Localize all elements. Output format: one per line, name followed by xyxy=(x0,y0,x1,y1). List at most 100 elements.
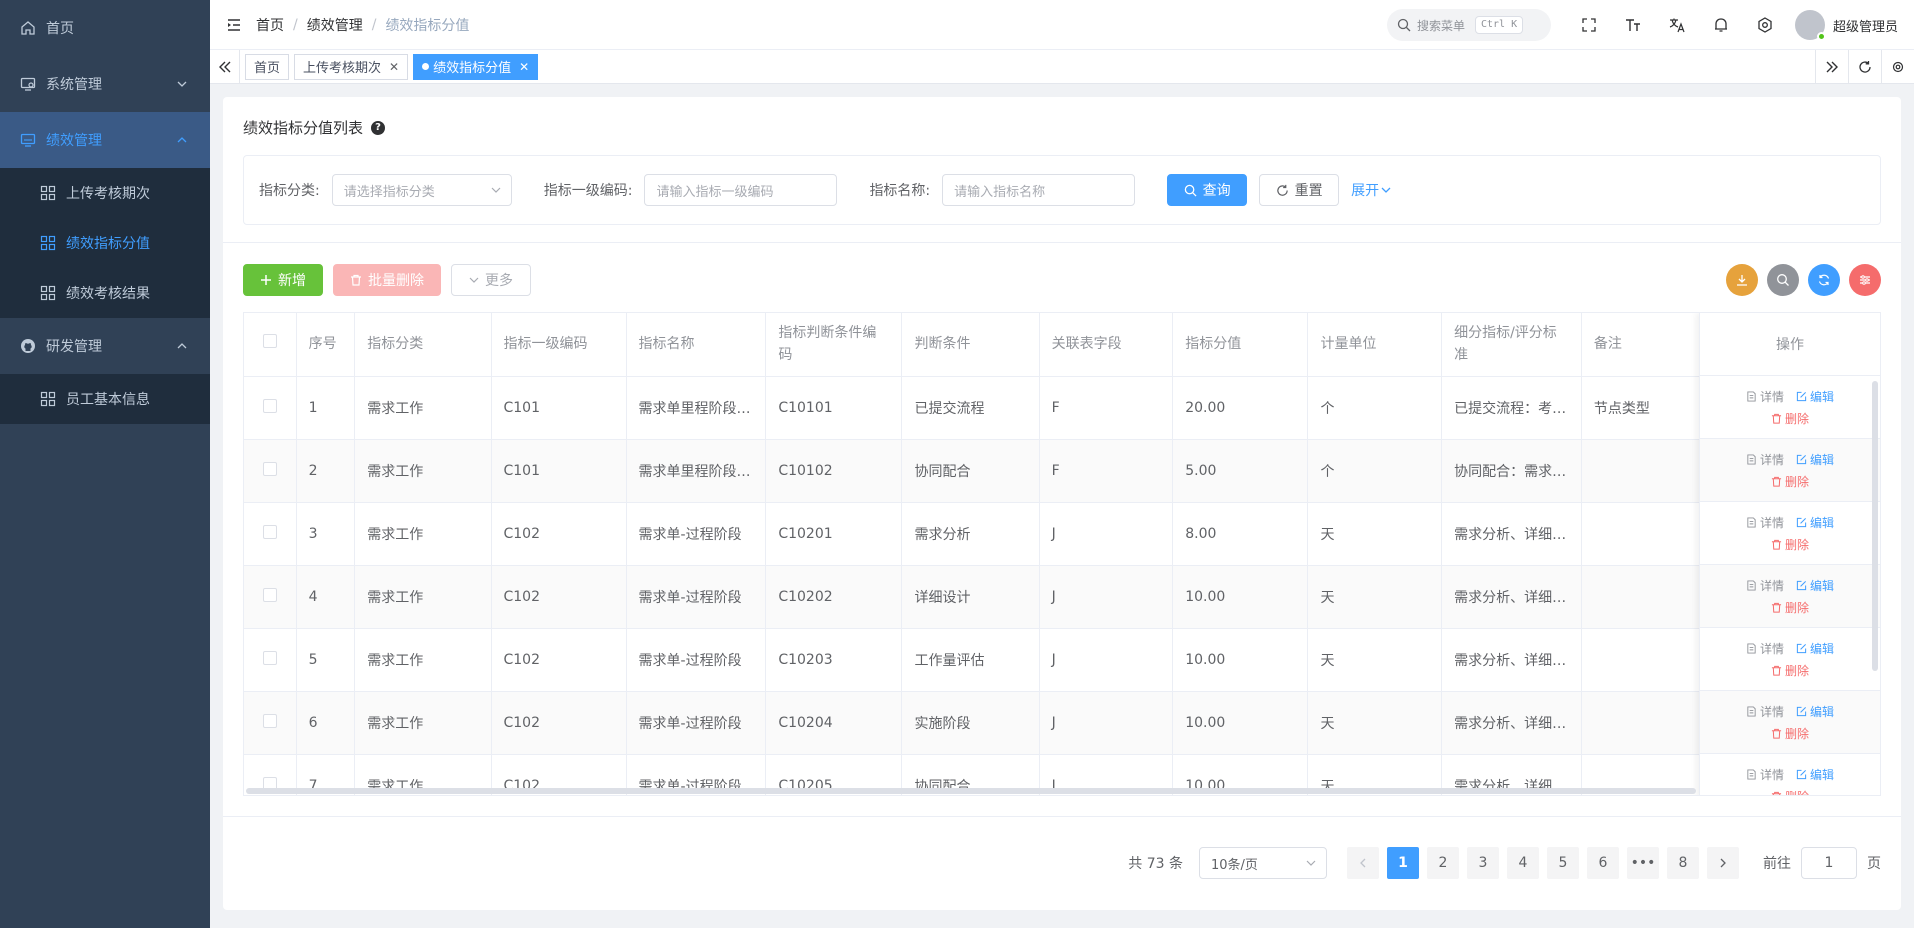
tags-scroll-left-button[interactable] xyxy=(210,49,240,84)
sidebar-item-upload-period[interactable]: 上传考核期次 xyxy=(0,168,210,218)
reset-button[interactable]: 重置 xyxy=(1259,174,1340,206)
table-row[interactable]: 2 需求工作 C101 需求单里程阶段… C10102 协同配合 F 5.00 个协同配合：需求… xyxy=(244,439,1880,503)
edit-button[interactable]: 编辑 xyxy=(1796,703,1834,720)
toggle-search-button[interactable] xyxy=(1767,264,1799,296)
refresh-button[interactable] xyxy=(1808,264,1840,296)
total-count: 共 73 条 xyxy=(1128,856,1183,872)
table-row[interactable]: 1 需求工作 C101 需求单里程阶段… C10101 已提交流程 F 20.00 个已提交流程… xyxy=(244,376,1880,440)
sidebar-item-results[interactable]: 绩效考核结果 xyxy=(0,268,210,318)
edit-button[interactable]: 编辑 xyxy=(1796,514,1834,531)
batch-delete-button[interactable]: 批量删除 xyxy=(333,264,441,296)
table-row[interactable]: 5 需求工作 C102 需求单-过程阶段 C10203 工作量评估 J 10.00 天需求分析、… xyxy=(244,628,1880,692)
settings-button[interactable] xyxy=(1743,0,1787,50)
tag-upload-period[interactable]: 上传考核期次 ✕ xyxy=(294,53,409,80)
page-button[interactable]: 5 xyxy=(1547,847,1579,879)
menu-fold-icon[interactable] xyxy=(226,17,242,33)
delete-button[interactable]: 删除 xyxy=(1771,725,1809,742)
detail-button[interactable]: 详情 xyxy=(1746,451,1784,468)
next-page-button[interactable] xyxy=(1707,847,1739,879)
notification-button[interactable] xyxy=(1699,0,1743,50)
close-icon[interactable]: ✕ xyxy=(389,60,399,74)
sidebar-item-rd[interactable]: 研发管理 xyxy=(0,318,210,374)
checkbox[interactable] xyxy=(262,524,277,539)
checkbox[interactable] xyxy=(262,650,277,665)
edit-button[interactable]: 编辑 xyxy=(1796,388,1834,405)
delete-button[interactable]: 删除 xyxy=(1771,788,1809,795)
tag-home[interactable]: 首页 xyxy=(245,53,290,80)
breadcrumb-item[interactable]: 首页 xyxy=(256,15,284,35)
edit-button[interactable]: 编辑 xyxy=(1796,640,1834,657)
table-row[interactable]: 6 需求工作 C102 需求单-过程阶段 C10204 实施阶段 J 10.00 天需求分析、详… xyxy=(244,691,1880,755)
more-pages-button[interactable]: ••• xyxy=(1627,847,1659,879)
table-cell: 10.00 xyxy=(1172,691,1309,755)
detail-button[interactable]: 详情 xyxy=(1746,766,1784,783)
checkbox[interactable] xyxy=(262,398,277,413)
expand-link[interactable]: 展开 xyxy=(1351,180,1391,200)
detail-button[interactable]: 详情 xyxy=(1746,514,1784,531)
page-size-select[interactable]: 10条/页 xyxy=(1199,847,1327,879)
name-input[interactable]: 请输入指标名称 xyxy=(942,174,1136,206)
category-select[interactable]: 请选择指标分类 xyxy=(331,174,512,206)
row-checkbox-cell[interactable] xyxy=(244,691,297,755)
prev-page-button[interactable] xyxy=(1347,847,1379,879)
detail-button[interactable]: 详情 xyxy=(1746,640,1784,657)
code-input[interactable]: 请输入指标一级编码 xyxy=(644,174,838,206)
export-button[interactable] xyxy=(1726,264,1758,296)
add-button[interactable]: 新增 xyxy=(243,264,323,296)
page-button[interactable]: 2 xyxy=(1427,847,1459,879)
detail-button[interactable]: 详情 xyxy=(1746,577,1784,594)
delete-button[interactable]: 删除 xyxy=(1771,599,1809,616)
page-button[interactable]: 1 xyxy=(1387,847,1419,879)
font-size-button[interactable] xyxy=(1611,0,1655,50)
checkbox[interactable] xyxy=(262,461,277,476)
sidebar-item-home[interactable]: 首页 xyxy=(0,0,210,56)
edit-button[interactable]: 编辑 xyxy=(1796,766,1834,783)
table-row[interactable]: 4 需求工作 C102 需求单-过程阶段 C10202 详细设计 J 10.00 天需求分析、详… xyxy=(244,565,1880,629)
page-button[interactable]: 4 xyxy=(1507,847,1539,879)
refresh-tag-button[interactable] xyxy=(1848,50,1881,84)
table-cell: J xyxy=(1039,502,1174,566)
more-button[interactable]: 更多 xyxy=(451,264,531,296)
table-cell: 需求工作 xyxy=(354,502,492,566)
breadcrumb-item[interactable]: 绩效管理 xyxy=(307,15,363,35)
horizontal-scrollbar[interactable] xyxy=(246,788,1696,794)
fullscreen-button[interactable] xyxy=(1567,0,1611,50)
query-button[interactable]: 查询 xyxy=(1167,174,1248,206)
sidebar-item-employee[interactable]: 员工基本信息 xyxy=(0,374,210,424)
checkbox[interactable] xyxy=(262,713,277,728)
delete-button[interactable]: 删除 xyxy=(1771,473,1809,490)
detail-button[interactable]: 详情 xyxy=(1746,388,1784,405)
delete-button[interactable]: 删除 xyxy=(1771,410,1809,427)
delete-button[interactable]: 删除 xyxy=(1771,536,1809,553)
edit-button[interactable]: 编辑 xyxy=(1796,451,1834,468)
sidebar-item-performance[interactable]: 绩效管理 xyxy=(0,112,210,168)
checkbox[interactable] xyxy=(262,334,277,349)
row-checkbox-cell[interactable] xyxy=(244,439,297,503)
detail-button[interactable]: 详情 xyxy=(1746,703,1784,720)
vertical-scrollbar[interactable] xyxy=(1872,381,1878,671)
row-checkbox-cell[interactable] xyxy=(244,376,297,440)
row-checkbox-cell[interactable] xyxy=(244,628,297,692)
user-menu[interactable]: 超级管理员 xyxy=(1794,10,1898,41)
page-button[interactable]: 3 xyxy=(1467,847,1499,879)
page-button[interactable]: 6 xyxy=(1587,847,1619,879)
menu-search[interactable]: 搜索菜单 Ctrl K xyxy=(1386,9,1551,41)
delete-button[interactable]: 删除 xyxy=(1771,662,1809,679)
edit-button[interactable]: 编辑 xyxy=(1796,577,1834,594)
language-button[interactable] xyxy=(1655,0,1699,50)
sidebar-item-system[interactable]: 系统管理 xyxy=(0,56,210,112)
sidebar-item-indicator-score[interactable]: 绩效指标分值 xyxy=(0,218,210,268)
column-settings-button[interactable] xyxy=(1849,264,1881,296)
tags-scroll-right-button[interactable] xyxy=(1815,50,1848,84)
close-icon[interactable]: ✕ xyxy=(519,60,529,74)
row-checkbox-cell[interactable] xyxy=(244,502,297,566)
checkbox[interactable] xyxy=(262,587,277,602)
select-all-checkbox-cell[interactable] xyxy=(244,313,297,377)
goto-page-input[interactable]: 1 xyxy=(1801,847,1857,879)
table-row[interactable]: 3 需求工作 C102 需求单-过程阶段 C10201 需求分析 J 8.00 天需求分析、详细… xyxy=(244,502,1880,566)
page-button[interactable]: 8 xyxy=(1667,847,1699,879)
row-checkbox-cell[interactable] xyxy=(244,565,297,629)
tag-indicator-score[interactable]: 绩效指标分值 ✕ xyxy=(413,53,539,80)
help-icon[interactable]: ? xyxy=(371,120,386,135)
tag-settings-button[interactable] xyxy=(1881,50,1914,84)
